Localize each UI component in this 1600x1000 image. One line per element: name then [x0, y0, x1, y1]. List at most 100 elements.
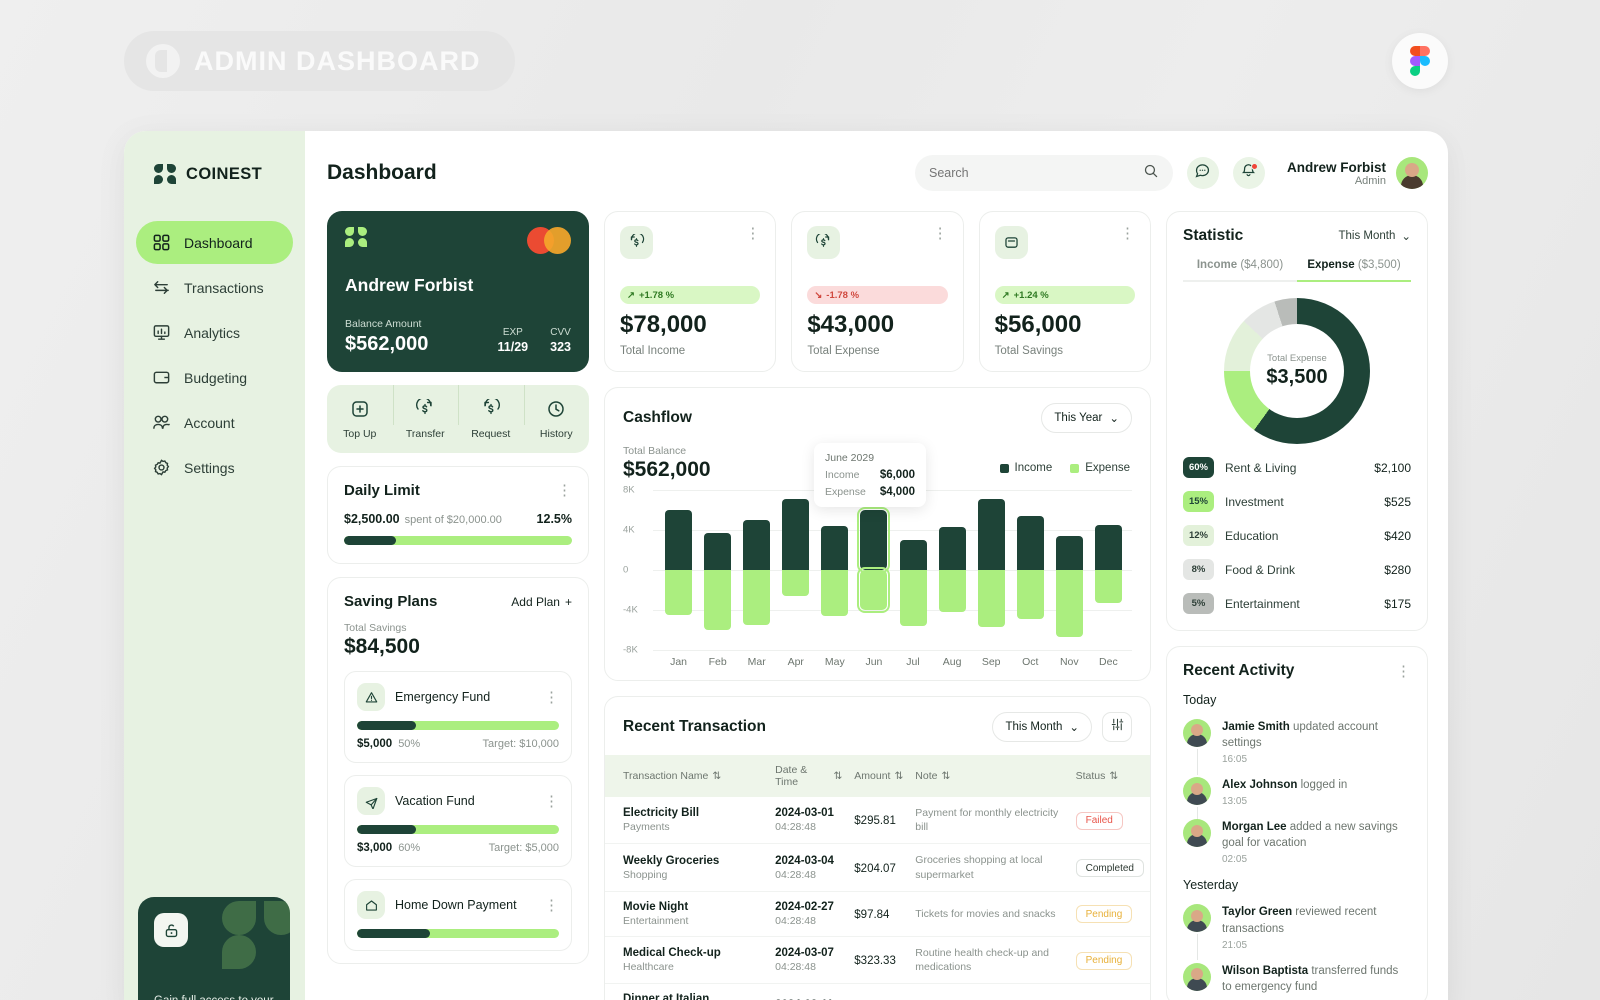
grid-line [653, 650, 1132, 651]
bar-column[interactable] [933, 490, 972, 650]
statistic-range-select[interactable]: This Month ⌄ [1338, 229, 1411, 243]
table-row[interactable]: Dinner at Italian Restaurant2024-03-11 Di… [605, 983, 1150, 1000]
bar-income [857, 507, 891, 573]
recent-transaction-card: Recent Transaction This Month ⌄ Transact… [604, 696, 1151, 1000]
quick-action-request[interactable]: Request [458, 384, 524, 440]
sidebar-item-settings[interactable]: Settings [136, 446, 293, 489]
stat-value: $43,000 [807, 311, 895, 338]
left-column: Andrew Forbist Balance Amount $562,000 E… [327, 211, 589, 1000]
search-input[interactable] [928, 166, 1135, 180]
saving-plan-progress [357, 721, 559, 730]
bar-income [977, 499, 1005, 570]
saving-plan-item[interactable]: Vacation Fund ⋮ $3,000 60% Target: $5,00… [344, 775, 572, 867]
promo-card[interactable]: Gain full access to your finances with d… [138, 897, 290, 1000]
messages-button[interactable] [1186, 157, 1219, 189]
cashflow-range-select[interactable]: This Year ⌄ [1041, 403, 1132, 433]
table-header-row: Transaction Name ⇅ Date & Time ⇅ Amount ⇅ Note… [605, 755, 1150, 797]
card-holder-name: Andrew Forbist [345, 275, 474, 295]
daily-limit-progress [344, 536, 572, 545]
bar-income [1055, 536, 1083, 570]
airplane-icon [357, 787, 385, 815]
sidebar-item-account[interactable]: Account [136, 401, 293, 444]
cashflow-chart: 8K 4K 0 -4K -8K [623, 485, 1132, 656]
stat-card-total-savings: ⋮ ↗ +1.24 % $56,000 Total Savings [978, 211, 1151, 372]
user-name: Andrew Forbist [1286, 159, 1386, 175]
bar-column[interactable] [815, 490, 854, 650]
bar-column[interactable] [659, 490, 698, 650]
avatar[interactable] [1396, 157, 1428, 189]
sidebar-item-transactions[interactable]: Transactions [136, 266, 293, 309]
breakdown-value: $420 [1384, 528, 1411, 543]
table-column-header[interactable]: Amount ⇅ [848, 755, 910, 797]
status-badge: Failed [1075, 811, 1123, 830]
bar-column[interactable] [1050, 490, 1089, 650]
kebab-menu-icon[interactable]: ⋮ [544, 690, 559, 705]
table-column-header[interactable]: Note ⇅ [909, 755, 1070, 797]
stat-chip-label: -1.78 % [826, 289, 860, 301]
table-column-header[interactable]: Status ⇅ [1069, 755, 1150, 797]
bar-expense [782, 570, 810, 596]
saving-plan-item[interactable]: Home Down Payment ⋮ [344, 879, 572, 951]
kebab-menu-icon[interactable]: ⋮ [933, 226, 948, 241]
kebab-menu-icon[interactable]: ⋮ [1396, 664, 1411, 679]
bar-column[interactable] [893, 490, 932, 650]
bar-column[interactable] [972, 490, 1011, 650]
dollar-arrow-out-icon [415, 396, 435, 424]
search-icon [1143, 163, 1159, 184]
tab-expense[interactable]: Expense ($3,500) [1297, 259, 1411, 282]
quick-action-top-up[interactable]: Top Up [327, 399, 393, 440]
quick-action-transfer[interactable]: Transfer [392, 384, 459, 440]
recent-activity-card: Recent Activity ⋮ Today Jamie Smith updat… [1166, 646, 1428, 1000]
cashflow-card: Cashflow This Year ⌄ Total Balance $562,… [604, 387, 1151, 681]
kebab-menu-icon[interactable]: ⋮ [544, 794, 559, 809]
table-row[interactable]: Weekly Groceries Shopping 2024-03-04 04:28:… [605, 843, 1150, 892]
table-row[interactable]: Electricity Bill Payments 2024-03-01 04:28:… [605, 797, 1150, 845]
tooltip-expense-value: $4,000 [879, 486, 915, 498]
table-row[interactable]: Movie Night Entertainment 2024-02-27 04:28:… [605, 891, 1150, 937]
credit-card: Andrew Forbist Balance Amount $562,000 E… [327, 211, 589, 372]
kebab-menu-icon[interactable]: ⋮ [544, 898, 559, 913]
bar-column[interactable] [737, 490, 776, 650]
breakdown-value: $525 [1384, 494, 1411, 509]
notifications-button[interactable] [1232, 157, 1265, 189]
column-label: Note [915, 770, 938, 782]
user-profile[interactable]: Andrew Forbist Admin [1287, 157, 1428, 189]
kebab-menu-icon[interactable]: ⋮ [745, 226, 760, 241]
tab-amount: ($4,800) [1240, 259, 1284, 271]
bar-column[interactable] [776, 490, 815, 650]
clock-icon [546, 399, 566, 424]
cell-status [1069, 983, 1150, 1000]
activity-feed: Today Jamie Smith updated account setting… [1183, 693, 1411, 995]
right-column: Statistic This Month ⌄ Income ($4,800) E… [1166, 211, 1428, 1000]
saving-plan-item[interactable]: Emergency Fund ⋮ $5,000 50% Target: $10,… [344, 671, 572, 763]
quick-action-history[interactable]: History [523, 384, 590, 440]
bar-column[interactable] [1011, 490, 1050, 650]
top-bar: Dashboard Andrew Forbist Admin [327, 153, 1428, 193]
bar-expense [857, 567, 891, 613]
x-axis-tick: Aug [942, 656, 962, 668]
sidebar-item-dashboard[interactable]: Dashboard [136, 221, 293, 264]
table-row[interactable]: Medical Check-up Healthcare 2024-03-07 04:2… [605, 936, 1150, 985]
kebab-menu-icon[interactable]: ⋮ [1120, 226, 1135, 241]
kebab-menu-icon[interactable]: ⋮ [557, 483, 572, 498]
activity-day-label: Today [1183, 693, 1217, 707]
bar-expense [821, 570, 849, 616]
sidebar-item-analytics[interactable]: Analytics [136, 311, 293, 354]
search-box[interactable] [914, 155, 1173, 191]
bar-column[interactable] [854, 490, 893, 650]
transaction-range-select[interactable]: This Month ⌄ [992, 712, 1092, 742]
tab-income[interactable]: Income ($4,800) [1183, 259, 1297, 282]
legend-label: Expense [1085, 462, 1130, 474]
stat-chip-label: +1.78 % [638, 289, 675, 301]
table-column-header[interactable]: Transaction Name ⇅ [605, 755, 770, 797]
bar-expense [665, 570, 693, 615]
sidebar-item-budgeting[interactable]: Budgeting [136, 356, 293, 399]
bar-column[interactable] [1089, 490, 1128, 650]
activity-item: Taylor Green reviewed recent transaction… [1183, 904, 1411, 961]
circle-p-logo-icon [146, 44, 180, 78]
table-column-header[interactable]: Date & Time ⇅ [769, 755, 849, 797]
add-plan-button[interactable]: Add Plan + [511, 595, 572, 609]
filter-button[interactable] [1102, 712, 1132, 742]
bar-column[interactable] [698, 490, 737, 650]
trend-up-icon: ↗ [1001, 289, 1010, 301]
